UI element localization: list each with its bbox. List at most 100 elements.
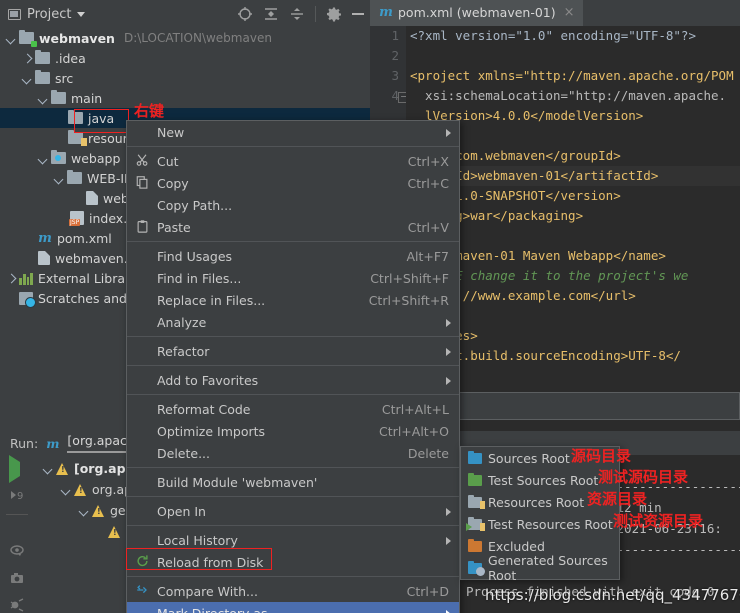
menu-item-copy[interactable]: Copy Ctrl+C	[127, 172, 459, 194]
submenu-item-test-resources-root[interactable]: Test Resources Root	[461, 513, 619, 535]
submenu-item-test-sources-root[interactable]: Test Sources Root	[461, 469, 619, 491]
warning-icon	[108, 525, 121, 538]
screenshot-icon[interactable]	[9, 570, 25, 586]
menu-label: Compare With...	[157, 583, 258, 599]
chevron-down-icon[interactable]	[43, 463, 54, 474]
spacer-icon	[135, 248, 153, 264]
chevron-down-icon[interactable]	[6, 33, 17, 44]
chevron-right-icon[interactable]	[22, 53, 33, 64]
toggle-soft-wrap-icon[interactable]	[9, 543, 25, 559]
menu-accel: Ctrl+V	[407, 219, 449, 235]
folder-orange-icon	[468, 538, 482, 552]
menu-label: Build Module 'webmaven'	[157, 474, 318, 490]
menu-item-reformat-code[interactable]: Reformat Code Ctrl+Alt+L	[127, 398, 459, 420]
menu-item-find-in-files[interactable]: Find in Files... Ctrl+Shift+F	[127, 267, 459, 289]
menu-label: Optimize Imports	[157, 423, 266, 439]
tree-label: .idea	[55, 50, 86, 66]
line-number: 3	[391, 68, 399, 83]
maven-icon: m	[46, 435, 60, 451]
menu-item-copy-path[interactable]: Copy Path...	[127, 194, 459, 216]
menu-item-paste[interactable]: Paste Ctrl+V	[127, 216, 459, 238]
copy-icon	[135, 175, 153, 191]
rerun-icon[interactable]	[8, 455, 25, 483]
chevron-down-icon[interactable]	[79, 505, 90, 516]
chevron-down-icon[interactable]	[38, 153, 49, 164]
menu-item-optimize-imports[interactable]: Optimize Imports Ctrl+Alt+O	[127, 420, 459, 442]
locate-icon[interactable]	[237, 6, 253, 22]
context-menu[interactable]: New Cut Ctrl+X Copy Ctrl+C Copy Path... Pa…	[126, 120, 460, 613]
hide-icon[interactable]	[352, 13, 364, 15]
compare-icon	[135, 583, 153, 599]
chevron-right-icon[interactable]	[6, 273, 17, 284]
project-title-button[interactable]: Project	[0, 6, 86, 22]
chevron-down-icon[interactable]	[61, 484, 72, 495]
tab-pom-xml[interactable]: m pom.xml (webmaven-01) ×	[370, 0, 583, 26]
menu-label: Add to Favorites	[157, 372, 259, 388]
menu-item-reload-from-disk[interactable]: Reload from Disk	[127, 551, 459, 573]
spacer-icon	[135, 532, 153, 548]
mark-directory-submenu[interactable]: Sources Root Test Sources Root Resources…	[460, 446, 620, 583]
menu-separator	[127, 496, 459, 497]
maven-file-icon: m	[38, 230, 52, 246]
menu-label: Find Usages	[157, 248, 233, 264]
submenu-arrow-icon	[446, 348, 451, 356]
code-line: <?xml version="1.0" encoding="UTF-8"?>	[410, 28, 696, 43]
chevron-down-icon[interactable]	[38, 93, 49, 104]
submenu-label: Resources Root	[488, 494, 585, 510]
tree-row-idea[interactable]: .idea	[0, 48, 370, 68]
menu-item-compare-with[interactable]: Compare With... Ctrl+D	[127, 580, 459, 602]
menu-item-local-history[interactable]: Local History	[127, 529, 459, 551]
menu-item-build-module[interactable]: Build Module 'webmaven'	[127, 471, 459, 493]
expand-all-icon[interactable]	[263, 6, 279, 22]
submenu-label: Generated Sources Root	[488, 553, 608, 583]
tree-row-webmaven[interactable]: webmaven D:\LOCATION\webmaven	[0, 28, 370, 48]
project-toolbar: Project	[0, 0, 370, 29]
menu-label: Copy Path...	[157, 197, 233, 213]
collapse-all-icon[interactable]	[289, 6, 305, 22]
line-number: 1	[391, 28, 399, 43]
warning-icon	[92, 504, 105, 517]
submenu-item-sources-root[interactable]: Sources Root	[461, 447, 619, 469]
menu-item-replace-in-files[interactable]: Replace in Files... Ctrl+Shift+R	[127, 289, 459, 311]
menu-item-mark-directory-as[interactable]: Mark Directory as	[127, 602, 459, 613]
chevron-down-icon[interactable]	[77, 11, 86, 17]
folder-generated-icon	[468, 560, 485, 576]
menu-item-find-usages[interactable]: Find Usages Alt+F7	[127, 245, 459, 267]
module-folder-icon	[19, 30, 37, 47]
scratches-icon	[19, 291, 36, 308]
menu-item-delete[interactable]: Delete... Delete	[127, 442, 459, 464]
menu-label: Delete...	[157, 445, 210, 461]
stop-icon[interactable]	[9, 525, 25, 532]
submenu-item-generated-sources-root[interactable]: Generated Sources Root	[461, 553, 619, 583]
chevron-down-icon[interactable]	[22, 73, 33, 84]
scissors-icon	[135, 153, 153, 169]
refresh-icon	[135, 554, 153, 570]
menu-item-cut[interactable]: Cut Ctrl+X	[127, 150, 459, 172]
project-panel-title: Project	[27, 6, 72, 22]
menu-item-new[interactable]: New	[127, 121, 459, 143]
folder-test-resources-icon	[466, 516, 485, 531]
submenu-label: Test Sources Root	[488, 472, 599, 488]
chevron-down-icon[interactable]	[54, 173, 65, 184]
thread-dump-icon[interactable]	[9, 597, 25, 613]
close-icon[interactable]: ×	[564, 5, 575, 20]
submenu-item-resources-root[interactable]: Resources Root	[461, 491, 619, 513]
tree-label: main	[71, 90, 103, 106]
menu-separator	[127, 576, 459, 577]
menu-label: Replace in Files...	[157, 292, 266, 308]
rerun-failed-icon[interactable]: 9	[9, 487, 25, 503]
menu-item-analyze[interactable]: Analyze	[127, 311, 459, 333]
settings-gear-icon[interactable]	[326, 6, 342, 22]
menu-separator	[127, 467, 459, 468]
menu-label: Paste	[157, 219, 191, 235]
submenu-arrow-icon	[446, 377, 451, 385]
tree-row-main[interactable]: main	[0, 88, 370, 108]
tree-row-src[interactable]: src	[0, 68, 370, 88]
iml-file-icon	[38, 251, 50, 265]
menu-item-refactor[interactable]: Refactor	[127, 340, 459, 362]
menu-item-add-to-favorites[interactable]: Add to Favorites	[127, 369, 459, 391]
spacer-icon	[135, 474, 153, 490]
menu-item-open-in[interactable]: Open In	[127, 500, 459, 522]
xml-file-icon	[86, 191, 98, 205]
folder-blue-icon	[468, 450, 482, 464]
